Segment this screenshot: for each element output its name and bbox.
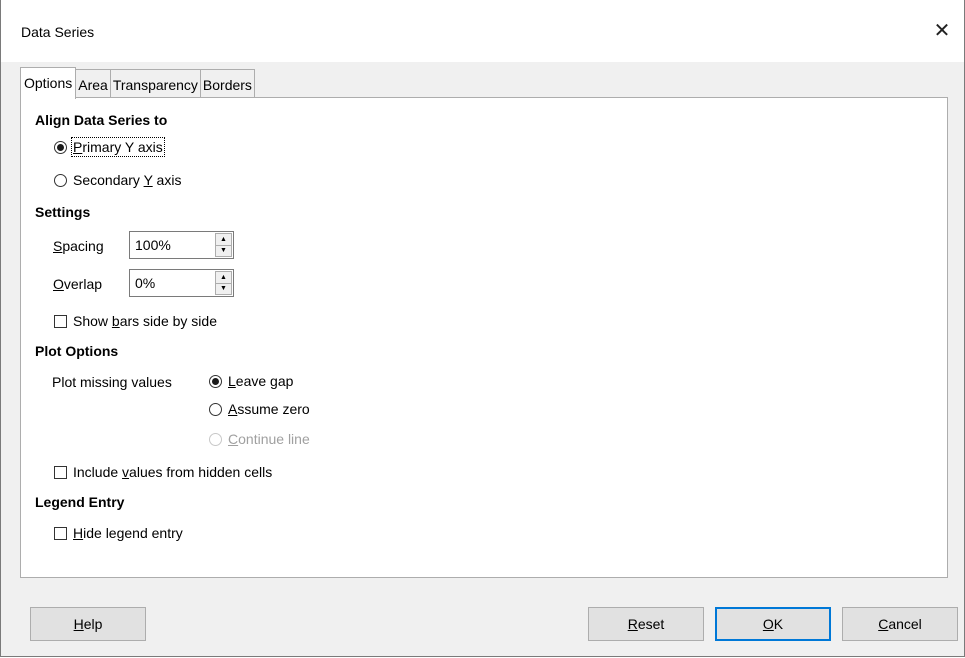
radio-indicator[interactable]: [54, 140, 67, 154]
align-heading: Align Data Series to: [35, 112, 168, 128]
continue-line-radio: Continue line: [209, 431, 310, 447]
title-bar: Data Series ✕: [1, 0, 964, 62]
arrow-up-icon: ▲: [220, 235, 227, 243]
overlap-spinbox[interactable]: 0% ▲ ▼: [129, 269, 234, 297]
data-series-dialog: Data Series ✕ Options Area Transparency …: [0, 0, 965, 657]
overlap-label: Overlap: [53, 276, 103, 292]
reset-button[interactable]: Reset: [588, 607, 704, 641]
tab-area[interactable]: Area: [75, 69, 111, 98]
radio-indicator[interactable]: [209, 402, 222, 416]
spacing-down-button[interactable]: ▼: [215, 245, 232, 257]
legend-entry-heading: Legend Entry: [35, 494, 125, 510]
overlap-up-button[interactable]: ▲: [215, 271, 232, 284]
hide-legend-entry-checkbox[interactable]: Hide legend entry: [54, 525, 183, 541]
help-button[interactable]: Help: [30, 607, 146, 641]
assume-zero-radio[interactable]: Assume zero: [209, 401, 310, 417]
spacing-spinbox[interactable]: 100% ▲ ▼: [129, 231, 234, 259]
secondary-y-axis-radio[interactable]: Secondary Y axis: [54, 172, 181, 188]
ok-button-label: OK: [762, 616, 784, 632]
tab-bar: Options Area Transparency Borders: [20, 67, 255, 99]
leave-gap-label: Leave gap: [228, 373, 294, 389]
secondary-y-axis-label: Secondary Y axis: [73, 172, 182, 188]
assume-zero-label: Assume zero: [228, 401, 310, 417]
show-bars-side-by-side-label: Show bars side by side: [73, 313, 217, 329]
checkbox-indicator[interactable]: [54, 526, 67, 540]
hide-legend-entry-label: Hide legend entry: [73, 525, 183, 541]
primary-y-axis-label: Primary Y axis: [71, 137, 165, 157]
radio-indicator: [209, 432, 222, 446]
dialog-title: Data Series: [21, 24, 95, 40]
radio-indicator[interactable]: [209, 374, 222, 388]
spacing-label: Spacing: [53, 238, 104, 254]
leave-gap-radio[interactable]: Leave gap: [209, 373, 293, 389]
help-button-label: Help: [73, 616, 103, 632]
plot-missing-values-label: Plot missing values: [52, 374, 172, 390]
radio-indicator[interactable]: [54, 173, 67, 187]
close-icon: ✕: [933, 19, 951, 42]
include-hidden-cells-checkbox[interactable]: Include values from hidden cells: [54, 464, 272, 480]
close-button[interactable]: ✕: [920, 10, 964, 50]
tab-transparency[interactable]: Transparency: [109, 69, 201, 98]
options-panel: Align Data Series to Primary Y axis Seco…: [20, 97, 948, 578]
tab-options[interactable]: Options: [20, 67, 77, 99]
overlap-value[interactable]: 0%: [135, 275, 155, 291]
ok-button[interactable]: OK: [715, 607, 831, 641]
tab-borders[interactable]: Borders: [199, 69, 255, 98]
reset-button-label: Reset: [627, 616, 665, 632]
show-bars-side-by-side-checkbox[interactable]: Show bars side by side: [54, 313, 217, 329]
spacing-value[interactable]: 100%: [135, 237, 171, 253]
cancel-button[interactable]: Cancel: [842, 607, 958, 641]
include-hidden-cells-label: Include values from hidden cells: [73, 464, 273, 480]
spacing-up-button[interactable]: ▲: [215, 233, 232, 246]
overlap-down-button[interactable]: ▼: [215, 283, 232, 295]
plot-options-heading: Plot Options: [35, 343, 119, 359]
arrow-up-icon: ▲: [220, 273, 227, 281]
arrow-down-icon: ▼: [220, 285, 227, 293]
primary-y-axis-radio[interactable]: Primary Y axis: [54, 137, 165, 157]
cancel-button-label: Cancel: [878, 616, 922, 632]
checkbox-indicator[interactable]: [54, 465, 67, 479]
settings-heading: Settings: [35, 204, 91, 220]
arrow-down-icon: ▼: [220, 247, 227, 255]
continue-line-label: Continue line: [228, 431, 310, 447]
checkbox-indicator[interactable]: [54, 314, 67, 328]
